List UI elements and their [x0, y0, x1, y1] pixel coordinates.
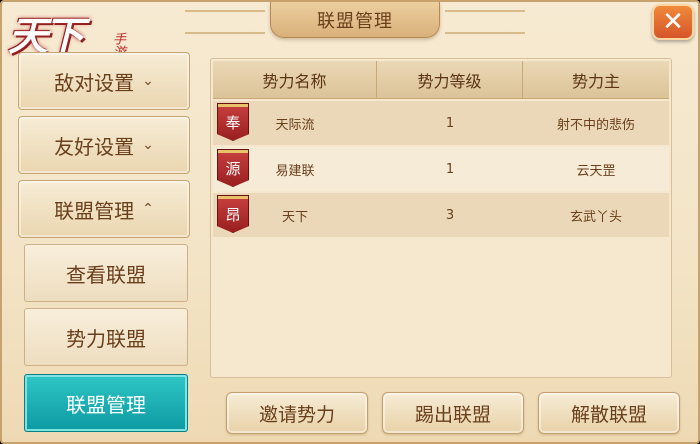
alliance-panel: 天下 手游 联盟管理 ✕ 敌对设置 ⌄ 友好设置 ⌄ 联盟管理 ⌃ 查看联盟 势… [0, 0, 700, 444]
faction-banner-icon: 奉 [217, 103, 249, 141]
faction-name: 天下 [281, 209, 308, 225]
submenu-label: 联盟管理 [66, 392, 146, 417]
menu-label: 友好设置 [54, 134, 135, 159]
faction-name: 易建联 [275, 163, 315, 179]
faction-leader: 云天罡 [576, 163, 616, 179]
kick-from-alliance-button[interactable]: 踢出联盟 [382, 392, 524, 434]
faction-leader: 射不中的悲伤 [556, 117, 635, 133]
submenu-alliance-management[interactable]: 联盟管理 [24, 374, 188, 432]
submenu-view-alliance[interactable]: 查看联盟 [24, 244, 188, 302]
faction-banner-icon: 昂 [217, 195, 249, 233]
submenu-label: 查看联盟 [66, 262, 146, 287]
menu-label: 敌对设置 [54, 70, 135, 95]
faction-level: 3 [445, 207, 455, 223]
chevron-down-icon: ⌄ [142, 137, 154, 153]
faction-level: 1 [445, 115, 455, 131]
column-header-faction-level: 势力等级 [377, 61, 523, 98]
close-icon: ✕ [662, 7, 684, 37]
table-header: 势力名称 势力等级 势力主 [213, 61, 669, 99]
menu-friendly-settings[interactable]: 友好设置 ⌄ [18, 116, 190, 174]
table-row[interactable]: 昂 天下 3 玄武丫头 [213, 193, 669, 237]
faction-level: 1 [445, 161, 455, 177]
menu-hostile-settings[interactable]: 敌对设置 ⌄ [18, 52, 190, 110]
faction-banner-icon: 源 [217, 149, 249, 187]
menu-label: 联盟管理 [54, 198, 135, 223]
button-label: 踢出联盟 [414, 403, 491, 426]
faction-table: 势力名称 势力等级 势力主 奉 天际流 1 射不中的悲伤 源 易建联 1 云天罡… [210, 58, 672, 378]
invite-faction-button[interactable]: 邀请势力 [226, 392, 368, 434]
submenu-faction-alliance[interactable]: 势力联盟 [24, 308, 188, 366]
window-title: 联盟管理 [185, 2, 525, 38]
faction-name: 天际流 [275, 117, 315, 133]
menu-alliance-management[interactable]: 联盟管理 ⌃ [18, 180, 190, 238]
chevron-down-icon: ⌄ [142, 73, 154, 89]
button-label: 解散联盟 [570, 403, 647, 426]
column-header-faction-name: 势力名称 [213, 61, 377, 98]
table-row[interactable]: 奉 天际流 1 射不中的悲伤 [213, 101, 669, 145]
window-title-text: 联盟管理 [317, 10, 393, 32]
table-row[interactable]: 源 易建联 1 云天罡 [213, 147, 669, 191]
column-header-faction-leader: 势力主 [571, 71, 620, 91]
submenu-label: 势力联盟 [66, 326, 146, 351]
faction-name-cell: 昂 天下 [213, 193, 377, 237]
chevron-up-icon: ⌃ [142, 201, 154, 217]
close-button[interactable]: ✕ [652, 4, 694, 40]
faction-leader: 玄武丫头 [569, 209, 622, 225]
faction-name-cell: 奉 天际流 [213, 101, 377, 145]
dissolve-alliance-button[interactable]: 解散联盟 [538, 392, 680, 434]
button-label: 邀请势力 [258, 403, 335, 426]
faction-name-cell: 源 易建联 [213, 147, 377, 191]
